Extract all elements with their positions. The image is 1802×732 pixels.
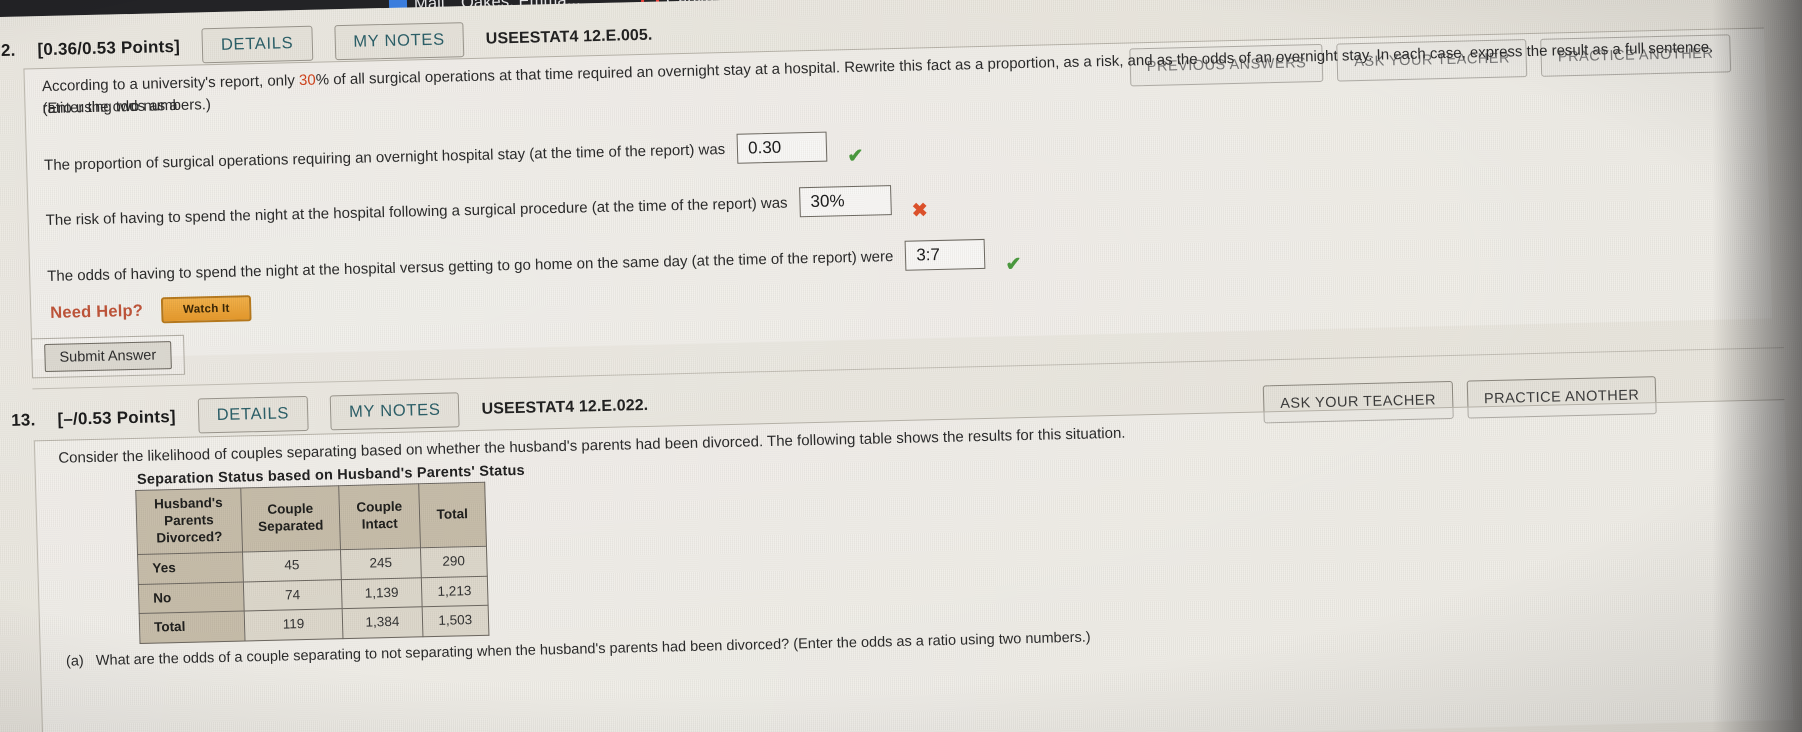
table-header-row: Husband's Parents Divorced? Couple Separ…	[135, 482, 487, 555]
question-points: [0.36/0.53 Points]	[37, 36, 181, 59]
correct-check-icon: ✔	[847, 145, 864, 167]
risk-input[interactable]: 30%	[799, 185, 892, 218]
part-a-marker: (a)	[65, 653, 84, 670]
row-label: Total	[139, 611, 245, 644]
watch-it-button[interactable]: Watch It	[160, 295, 253, 324]
incorrect-cross-icon: ✖	[911, 199, 929, 222]
cell-total: 1,503	[421, 605, 489, 638]
odds-input[interactable]: 3:7	[904, 238, 986, 271]
submit-answer-button[interactable]: Submit Answer	[44, 341, 172, 373]
prompt-text-1: According to a university's report, only	[41, 72, 300, 96]
webassign-page: 2. [0.36/0.53 Points] DETAILS MY NOTES U…	[0, 0, 1802, 732]
header-line-2: Intact	[361, 516, 398, 532]
cell-intact: 1,139	[341, 577, 422, 610]
cell-separated: 119	[243, 609, 344, 642]
table-header-couple-intact: Couple Intact	[339, 483, 420, 550]
table-header-total: Total	[418, 482, 487, 548]
header-line-1: Couple	[267, 501, 314, 518]
question-number: 13.	[10, 409, 36, 430]
header-line-2: Parents	[163, 512, 214, 529]
proportion-input[interactable]: 0.30	[736, 131, 828, 164]
details-button[interactable]: DETAILS	[197, 395, 309, 434]
prompt-highlight: 30	[298, 71, 316, 90]
header-line-2: Separated	[257, 517, 324, 535]
my-notes-button[interactable]: MY NOTES	[329, 392, 461, 431]
row-label: Yes	[137, 551, 243, 584]
details-button[interactable]: DETAILS	[201, 25, 313, 64]
question-number: 2.	[0, 40, 16, 60]
screen-photo: Mail Oakes, Emma... Canvas LMS Instagram…	[0, 0, 1802, 732]
row-label: No	[138, 581, 244, 614]
header-line-1: Husband's	[153, 494, 223, 512]
question-code: USEESTAT4 12.E.022.	[481, 396, 649, 418]
question-points: [–/0.53 Points]	[57, 406, 176, 429]
cell-total: 1,213	[420, 575, 489, 608]
header-line-3: Divorced?	[156, 528, 223, 546]
cell-total: 290	[419, 545, 488, 578]
correct-check-icon: ✔	[1005, 253, 1022, 275]
need-help-group: Need Help? Watch It	[50, 295, 253, 326]
cell-intact: 1,384	[342, 607, 423, 639]
table-header-couple-separated: Couple Separated	[240, 485, 341, 552]
table-header-husband-parents: Husband's Parents Divorced?	[135, 488, 243, 555]
question-code: USEESTAT4 12.E.005.	[485, 26, 653, 48]
my-notes-button[interactable]: MY NOTES	[333, 22, 465, 61]
submit-answer-wrap: Submit Answer	[30, 334, 185, 379]
cell-separated: 45	[242, 549, 342, 582]
cell-separated: 74	[242, 579, 343, 612]
cell-intact: 245	[340, 547, 421, 580]
header-line-1: Couple	[356, 499, 403, 516]
contingency-table: Husband's Parents Divorced? Couple Separ…	[135, 482, 489, 644]
need-help-label: Need Help?	[50, 301, 144, 322]
